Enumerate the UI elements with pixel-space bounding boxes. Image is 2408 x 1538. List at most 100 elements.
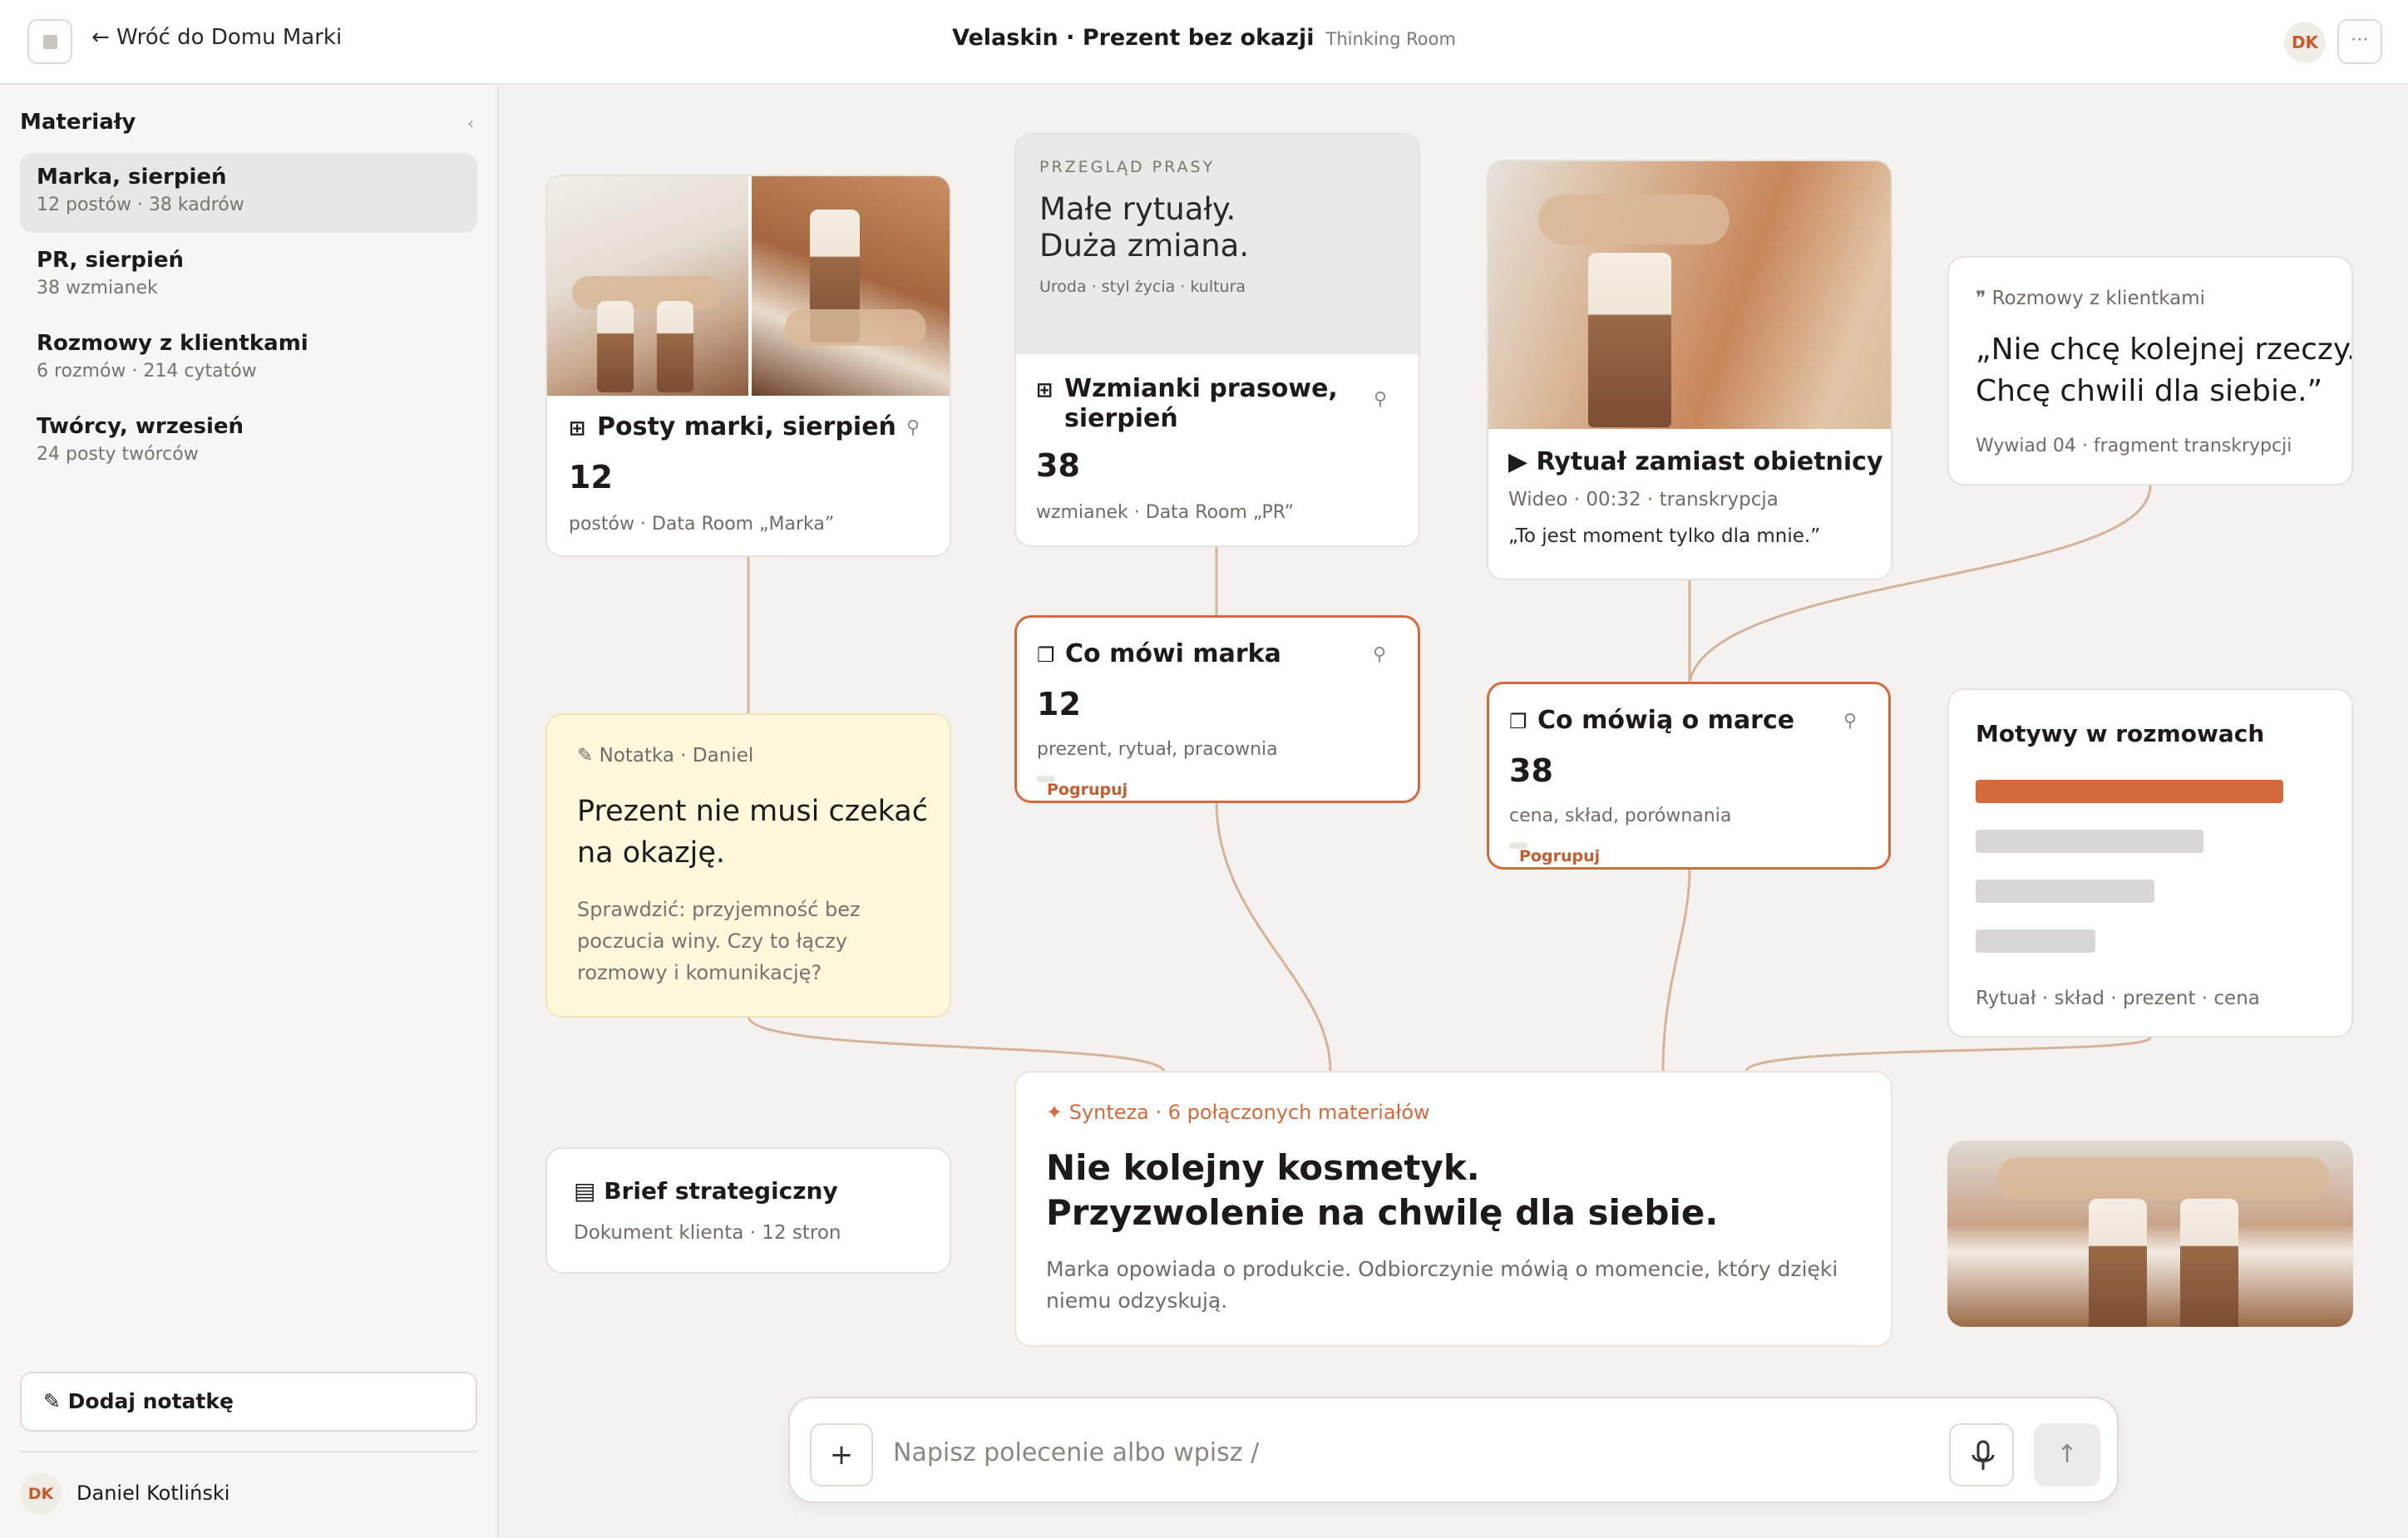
hand-shape <box>1538 195 1730 244</box>
card-title-text: Co mówią o marce <box>1537 706 1795 735</box>
microphone-icon <box>1971 1440 1995 1470</box>
card-title-line-2: sierpień <box>1064 404 1178 433</box>
bottle-shape <box>2089 1199 2147 1327</box>
card-brand-says[interactable]: ❐ Co mówi marka ⚲ 12 prezent, rytuał, pra… <box>1014 615 1420 803</box>
bottle-shape <box>597 301 634 392</box>
collapse-icon[interactable]: ‹ <box>467 113 474 133</box>
card-title: ❐ Co mówi marka <box>1037 639 1281 668</box>
sidebar-item-sub: 38 wzmianek <box>37 278 158 298</box>
bottle-shape <box>657 301 693 392</box>
press-tags: Uroda · styl życia · kultura <box>1039 278 1246 296</box>
card-title-text: Posty marki, sierpień <box>597 412 896 441</box>
sidebar-item-pr[interactable]: PR, sierpień 38 wzmianek <box>20 236 477 316</box>
card-press[interactable]: PRZEGLĄD PRASY Małe rytuały. Duża zmiana… <box>1014 133 1420 547</box>
note-body-2: poczucia winy. Czy to łączy <box>577 929 848 953</box>
pin-icon[interactable]: ⚲ <box>1373 644 1386 665</box>
press-headline-2: Duża zmiana. <box>1039 228 1250 264</box>
grid-icon: ⊞ <box>1036 378 1054 402</box>
card-count: 12 <box>1037 686 1081 722</box>
send-button[interactable]: ↑ <box>2034 1423 2100 1486</box>
quote-meta: Wywiad 04 · fragment transkrypcji <box>1976 436 2292 456</box>
synthesis-label: ✦ Synteza · 6 połączonych materiałów <box>1046 1101 1430 1124</box>
divider <box>20 1451 477 1452</box>
hand-shape <box>1997 1157 2330 1199</box>
card-video[interactable]: ▶ Rytuał zamiast obietnicy Wideo · 00:32… <box>1487 160 1892 580</box>
card-posts[interactable]: ⊞ Posty marki, sierpień ⚲ 12 postów · Dat… <box>545 175 951 557</box>
card-count: 12 <box>569 459 613 495</box>
group-button[interactable]: Pogrupuj <box>1519 847 1600 865</box>
card-title: ⊞ Wzmianki prasowe, <box>1036 374 1338 403</box>
room-label: Thinking Room <box>1325 29 1456 49</box>
card-brief[interactable]: ▤ Brief strategiczny Dokument klienta · … <box>545 1147 951 1274</box>
synthesis-title-1: Nie kolejny kosmetyk. <box>1046 1147 1480 1188</box>
card-meta: wzmianek · Data Room „PR” <box>1036 502 1295 523</box>
sidebar: Materiały ‹ Marka, sierpień 12 postów · … <box>0 85 499 1538</box>
sidebar-item-label: Marka, sierpień <box>37 165 227 190</box>
motif-bar <box>1976 780 2283 803</box>
connector-motifs-synth <box>1744 1036 2152 1072</box>
hand-shape <box>572 276 722 309</box>
press-headline-1: Małe rytuały. <box>1039 191 1236 227</box>
photo-card[interactable] <box>1947 1141 2353 1327</box>
user-name: Daniel Kotliński <box>76 1481 230 1505</box>
add-note-button[interactable]: ✎ Dodaj notatkę <box>20 1372 477 1432</box>
group-icon: ❐ <box>1509 710 1527 733</box>
synthesis-title-2: Przyzwolenie na chwilę dla siebie. <box>1046 1192 1719 1233</box>
sidebar-item-sub: 24 posty twórców <box>37 444 199 465</box>
card-title: ⊞ Posty marki, sierpień <box>569 412 896 441</box>
card-quote[interactable]: ❞ Rozmowy z klientkami „Nie chcę kolejne… <box>1947 256 2353 486</box>
card-title-text: Co mówi marka <box>1065 639 1281 668</box>
card-meta: postów · Data Room „Marka” <box>569 514 835 535</box>
card-title-text: Wzmianki prasowe, <box>1064 374 1338 403</box>
page-title: Velaskin · Prezent bez okazji <box>952 25 1315 51</box>
more-options-button[interactable]: ⋯ <box>2337 19 2382 64</box>
title-area: Velaskin · Prezent bez okazji Thinking Ro… <box>0 25 2408 51</box>
pin-icon[interactable]: ⚲ <box>1843 711 1857 732</box>
video-thumbnail <box>1488 161 1891 429</box>
more-icon: ⋯ <box>2351 29 2369 50</box>
note-line-1: Prezent nie musi czekać <box>577 795 928 828</box>
card-count: 38 <box>1509 752 1553 789</box>
card-note[interactable]: ✎ Notatka · Daniel Prezent nie musi czek… <box>545 713 951 1018</box>
synthesis-body-2: niemu odzyskują. <box>1046 1289 1228 1313</box>
microphone-button[interactable] <box>1949 1423 2014 1486</box>
group-button[interactable]: Pogrupuj <box>1047 781 1128 799</box>
avatar[interactable]: DK <box>2284 22 2326 63</box>
card-meta: Wideo · 00:32 · transkrypcja <box>1508 489 1779 510</box>
hand-shape <box>785 309 926 346</box>
motif-bar <box>1976 880 2154 903</box>
pin-icon[interactable]: ⚲ <box>906 417 920 438</box>
sidebar-heading: Materiały <box>20 110 136 135</box>
composer: + ↑ <box>788 1397 2119 1503</box>
synthesis-body-1: Marka opowiada o produkcie. Odbiorczynie… <box>1046 1257 1838 1281</box>
sidebar-item-label: Twórcy, wrzesień <box>37 414 244 439</box>
user-avatar[interactable]: DK <box>20 1473 62 1515</box>
bottle-shape <box>2180 1199 2238 1327</box>
press-kicker: PRZEGLĄD PRASY <box>1039 158 1216 176</box>
sidebar-item-tworcy[interactable]: Twórcy, wrzesień 24 posty twórców <box>20 402 477 482</box>
card-title: ❐ Co mówią o marce <box>1509 706 1794 735</box>
connector-note-synth <box>747 1015 1166 1072</box>
pin-icon[interactable]: ⚲ <box>1374 389 1387 410</box>
quote-line-2: Chcę chwili dla siebie.” <box>1976 374 2323 408</box>
command-input[interactable] <box>893 1432 1891 1473</box>
card-meta: prezent, rytuał, pracownia <box>1037 739 1278 760</box>
card-about-brand[interactable]: ❐ Co mówią o marce ⚲ 38 cena, skład, poró… <box>1487 682 1891 870</box>
card-synthesis[interactable]: ✦ Synteza · 6 połączonych materiałów Nie… <box>1014 1071 1892 1347</box>
card-meta: cena, skład, porównania <box>1509 806 1732 826</box>
connector-brand-synth <box>1215 801 1332 1072</box>
note-body-3: rozmowy i komunikację? <box>577 961 822 984</box>
card-motifs[interactable]: Motywy w rozmowach Rytuał · skład · prez… <box>1947 688 2353 1038</box>
grid-icon: ⊞ <box>569 417 586 440</box>
add-attachment-button[interactable]: + <box>810 1423 873 1486</box>
sidebar-item-rozmowy[interactable]: Rozmowy z klientkami 6 rozmów · 214 cyta… <box>20 319 477 399</box>
card-meta: Dokument klienta · 12 stron <box>574 1222 841 1244</box>
bottle-shape <box>1588 253 1671 427</box>
sidebar-item-marka[interactable]: Marka, sierpień 12 postów · 38 kadrów <box>20 153 477 233</box>
note-source: ✎ Notatka · Daniel <box>577 745 754 767</box>
motif-bar <box>1976 830 2203 853</box>
card-title: ▶ Rytuał zamiast obietnicy <box>1508 447 1883 476</box>
post-image <box>547 176 748 396</box>
note-body-1: Sprawdzić: przyjemność bez <box>577 898 861 921</box>
card-count: 38 <box>1036 447 1080 484</box>
